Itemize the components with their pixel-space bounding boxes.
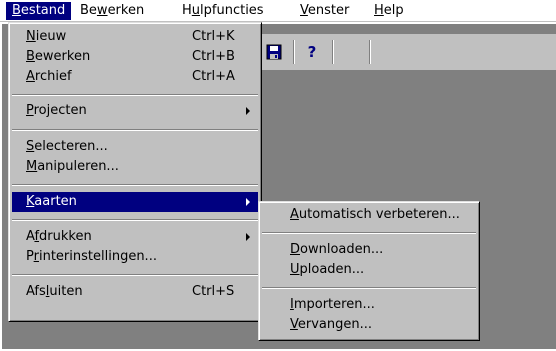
bestand-menu: Nieuw Ctrl+K Bewerken Ctrl+B Archief Ctr… <box>8 22 262 322</box>
menu-item-kaarten[interactable]: Kaarten <box>12 192 258 212</box>
menu-separator <box>12 219 258 221</box>
menu-item-nieuw[interactable]: Nieuw Ctrl+K <box>12 27 258 47</box>
menu-help[interactable]: Help <box>368 2 410 20</box>
menu-separator <box>262 232 476 234</box>
shortcut-label: Ctrl+B <box>192 49 235 64</box>
menu-item-uploaden[interactable]: Uploaden... <box>262 260 476 280</box>
menu-separator <box>12 274 258 276</box>
menu-item-importeren[interactable]: Importeren... <box>262 295 476 315</box>
shortcut-label: Ctrl+S <box>192 284 235 299</box>
menu-item-vervangen[interactable]: Vervangen... <box>262 315 476 335</box>
menu-item-manipuleren[interactable]: Manipuleren... <box>12 157 258 177</box>
submenu-arrow-icon <box>246 107 250 115</box>
menu-separator <box>12 94 258 96</box>
menu-separator <box>262 287 476 289</box>
kaarten-submenu: Automatisch verbeteren... Downloaden... … <box>258 201 480 341</box>
menu-separator <box>12 129 258 131</box>
help-icon: ? <box>307 43 317 61</box>
menu-item-archief[interactable]: Archief Ctrl+A <box>12 67 258 87</box>
menu-separator <box>12 184 258 186</box>
menu-bewerken[interactable]: Bewerken <box>74 2 150 20</box>
menu-venster[interactable]: Venster <box>294 2 355 20</box>
toolbar: ? <box>262 34 556 71</box>
menu-item-projecten[interactable]: Projecten <box>12 101 258 121</box>
toolbar-separator <box>369 40 371 64</box>
toolbar-separator <box>293 40 295 64</box>
save-button[interactable] <box>262 40 286 64</box>
toolbar-separator <box>332 40 334 64</box>
menu-item-printerinstellingen[interactable]: Printerinstellingen... <box>12 247 258 267</box>
submenu-arrow-icon <box>246 233 250 241</box>
menu-bestand[interactable]: Bestand <box>6 2 72 20</box>
menu-item-downloaden[interactable]: Downloaden... <box>262 240 476 260</box>
save-disk-icon <box>266 44 282 60</box>
menu-item-bewerken[interactable]: Bewerken Ctrl+B <box>12 47 258 67</box>
menu-bar: Bestand Bewerken Hulpfuncties Venster He… <box>0 0 556 22</box>
menu-item-afdrukken[interactable]: Afdrukken <box>12 227 258 247</box>
menu-item-selecteren[interactable]: Selecteren... <box>12 137 258 157</box>
help-button[interactable]: ? <box>300 40 324 64</box>
shortcut-label: Ctrl+K <box>192 29 235 44</box>
submenu-arrow-icon <box>246 198 250 206</box>
shortcut-label: Ctrl+A <box>192 69 235 84</box>
menu-item-afsluiten[interactable]: Afsluiten Ctrl+S <box>12 282 258 302</box>
menu-hulpfuncties[interactable]: Hulpfuncties <box>176 2 270 20</box>
menu-item-automatisch-verbeteren[interactable]: Automatisch verbeteren... <box>262 205 476 225</box>
